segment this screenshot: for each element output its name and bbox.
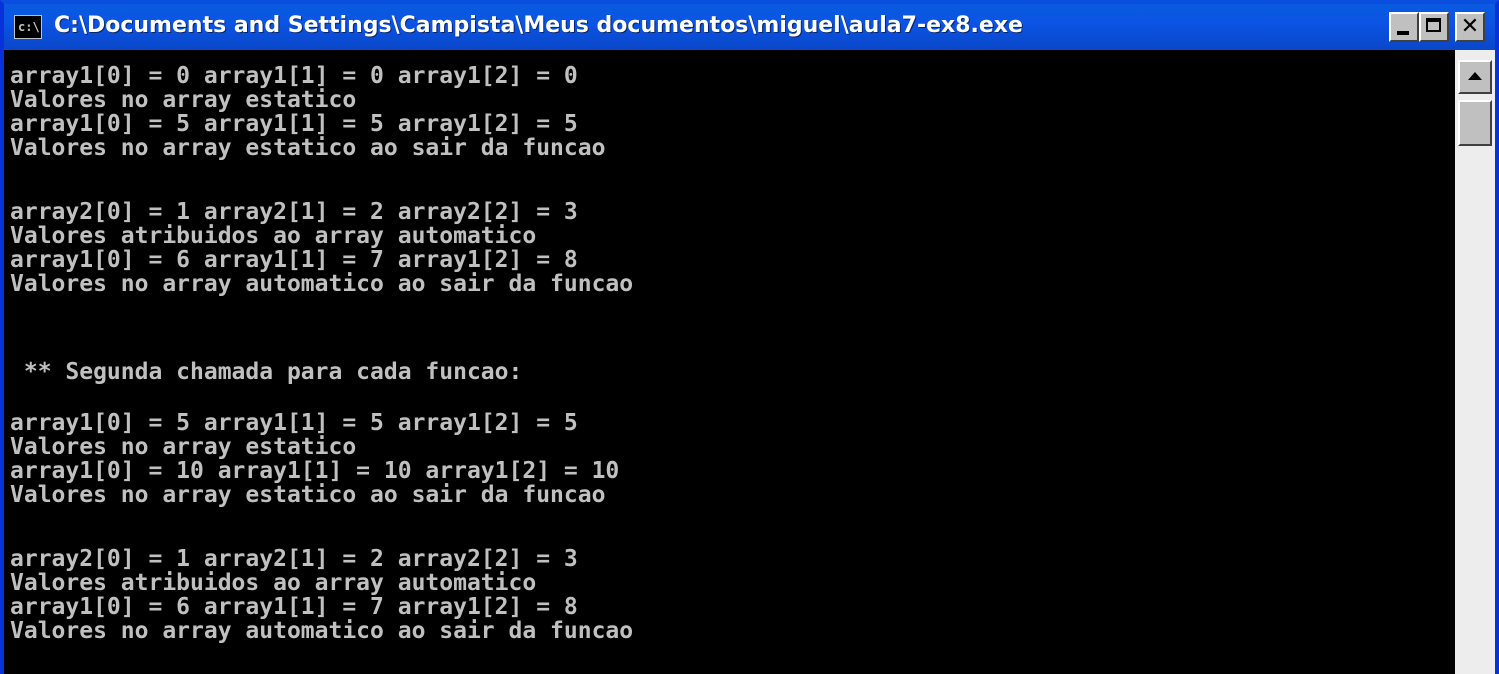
console-line: ** Segunda chamada para cada funcao: <box>10 359 523 385</box>
console-line: array1[0] = 6 array1[1] = 7 array1[2] = … <box>10 247 578 273</box>
console-icon[interactable]: c:\ <box>14 15 42 39</box>
title-bar[interactable]: c:\ C:\Documents and Settings\Campista\M… <box>4 4 1495 50</box>
console-line: array1[0] = 10 array1[1] = 10 array1[2] … <box>10 458 620 484</box>
close-icon: ✕ <box>1460 14 1480 39</box>
window-title: C:\Documents and Settings\Campista\Meus … <box>54 13 1023 38</box>
minimize-icon <box>1397 31 1409 35</box>
console-line: array2[0] = 1 array2[1] = 2 array2[2] = … <box>10 546 578 572</box>
console-line: Valores no array estatico <box>10 87 357 113</box>
scroll-up-button[interactable] <box>1458 60 1492 94</box>
vertical-scrollbar[interactable] <box>1455 50 1495 674</box>
scroll-thumb[interactable] <box>1458 100 1492 146</box>
close-button[interactable]: ✕ <box>1455 12 1485 42</box>
console-line: array1[0] = 5 array1[1] = 5 array1[2] = … <box>10 410 578 436</box>
console-line: Valores atribuidos ao array automatico <box>10 570 537 596</box>
console-line: array1[0] = 5 array1[1] = 5 array1[2] = … <box>10 111 578 137</box>
console-window: c:\ C:\Documents and Settings\Campista\M… <box>0 0 1499 674</box>
console-line: array1[0] = 0 array1[1] = 0 array1[2] = … <box>10 63 578 89</box>
console-output[interactable]: array1[0] = 0 array1[1] = 0 array1[2] = … <box>4 50 1455 674</box>
console-line: Valores no array automatico ao sair da f… <box>10 271 634 297</box>
console-line: Valores atribuidos ao array automatico <box>10 223 537 249</box>
minimize-button[interactable] <box>1389 12 1419 42</box>
maximize-button[interactable] <box>1419 12 1449 42</box>
console-line: Valores no array estatico <box>10 434 357 460</box>
console-line: Valores no array estatico ao sair da fun… <box>10 135 606 161</box>
console-line: Valores no array automatico ao sair da f… <box>10 618 634 644</box>
console-line: array2[0] = 1 array2[1] = 2 array2[2] = … <box>10 199 578 225</box>
maximize-icon <box>1426 18 1441 32</box>
console-icon-glyph: c:\ <box>18 20 40 34</box>
console-line: array1[0] = 6 array1[1] = 7 array1[2] = … <box>10 594 578 620</box>
scroll-up-arrow-icon <box>1468 72 1482 80</box>
console-line: Valores no array estatico ao sair da fun… <box>10 482 606 508</box>
